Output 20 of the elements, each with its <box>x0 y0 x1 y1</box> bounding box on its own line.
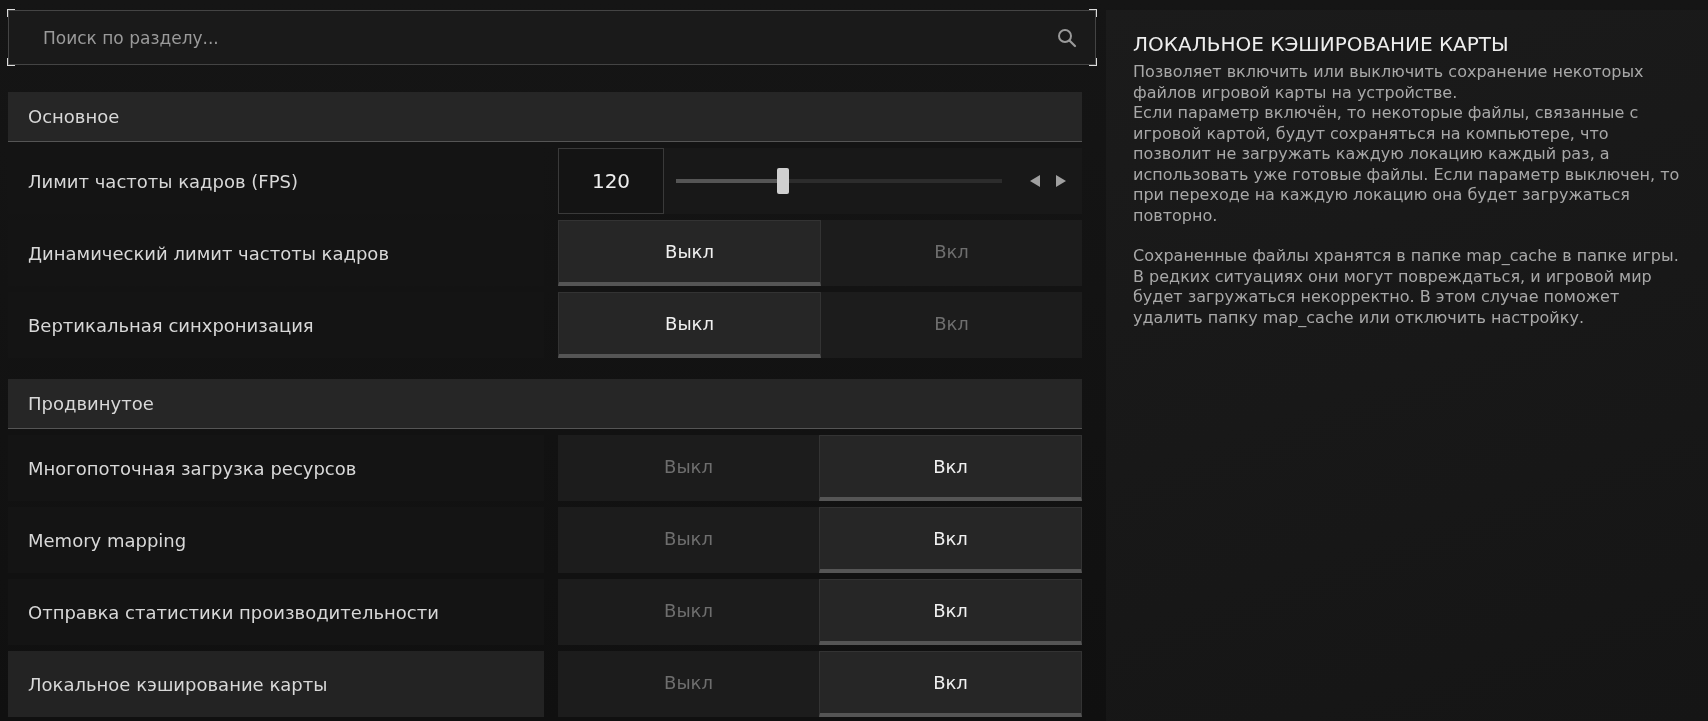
search-icon[interactable] <box>1057 27 1077 48</box>
help-text: Сохраненные файлы хранятся в папке map_cache в папке игры. В редких ситуациях они могут повреждаться, и игровой мир будет загружаться некорректно. В этом случае поможет удалить папку map_cache или отключить настройку. <box>1133 246 1680 328</box>
setting-label[interactable]: Локальное кэширование карты <box>8 651 544 717</box>
right-arrow-icon[interactable] <box>1054 173 1068 189</box>
slider-thumb[interactable] <box>776 168 789 194</box>
help-text: Позволяет включить или выключить сохранение некоторых файлов игровой карты на устройстве. <box>1133 62 1645 103</box>
toggle-option[interactable]: Вкл <box>819 579 1082 645</box>
toggle-option[interactable]: Выкл <box>558 220 821 286</box>
section-title: Продвинутое <box>28 393 154 414</box>
help-title: ЛОКАЛЬНОЕ КЭШИРОВАНИЕ КАРТЫ <box>1133 32 1510 56</box>
setting-label[interactable]: Отправка статистики производительности <box>8 579 544 645</box>
slider-track[interactable] <box>676 168 1002 194</box>
left-arrow-icon[interactable] <box>1028 173 1042 189</box>
help-text: Если параметр включён, то некоторые файлы, связанные с игровой картой, будут сохраняться на компьютере, что позволит не загружать каждую локацию каждый раз, а использовать уже готовые файлы. Если параметр выключен, то при переходе на каждую локацию она будет загружаться повторно. <box>1133 103 1681 226</box>
value-field[interactable]: 120 <box>558 148 664 214</box>
section-title: Основное <box>28 106 120 127</box>
toggle-option[interactable]: Выкл <box>558 292 821 358</box>
toggle-option[interactable]: Вкл <box>819 435 1082 501</box>
toggle-option[interactable]: Вкл <box>819 507 1082 573</box>
toggle-option[interactable]: Вкл <box>819 651 1082 717</box>
